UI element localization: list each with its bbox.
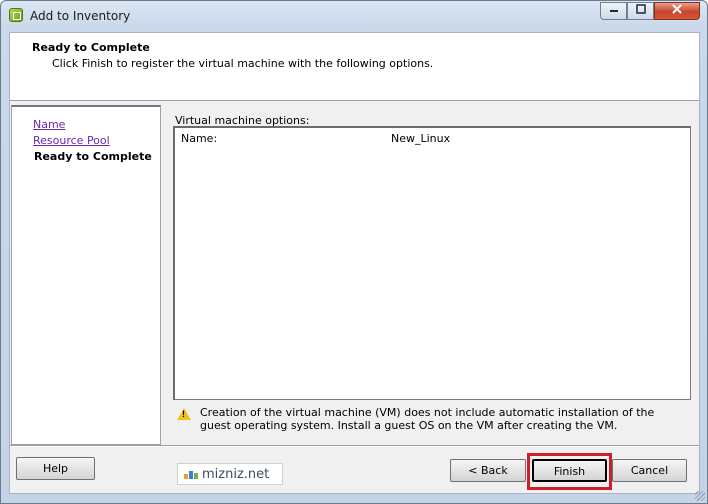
page-subtitle: Click Finish to register the virtual mac… xyxy=(52,57,434,70)
footer-divider xyxy=(10,445,699,447)
back-button[interactable]: < Back xyxy=(450,459,526,482)
option-name-value: New_Linux xyxy=(391,132,451,145)
add-to-inventory-window: Add to Inventory Ready to Complete Click… xyxy=(0,0,708,504)
maximize-icon xyxy=(635,4,646,14)
nav-item-name[interactable]: Name xyxy=(33,118,65,131)
close-icon xyxy=(672,4,682,14)
app-icon xyxy=(9,8,23,22)
minimize-button[interactable] xyxy=(600,2,627,20)
watermark-text: mizniz.net xyxy=(202,467,270,482)
finish-highlight xyxy=(527,453,612,490)
dialog-body: Ready to Complete Click Finish to regist… xyxy=(9,32,700,494)
page-title: Ready to Complete xyxy=(32,41,150,54)
nav-item-resource-pool[interactable]: Resource Pool xyxy=(33,134,110,147)
warning-text: Creation of the virtual machine (VM) doe… xyxy=(200,406,655,432)
maximize-button[interactable] xyxy=(627,2,654,20)
options-list[interactable]: Name: New_Linux xyxy=(173,126,691,400)
cancel-button[interactable]: Cancel xyxy=(612,459,687,482)
close-button[interactable] xyxy=(654,2,700,20)
resize-grip[interactable] xyxy=(695,491,705,501)
page-header: Ready to Complete Click Finish to regist… xyxy=(10,33,699,101)
help-button[interactable]: Help xyxy=(16,457,95,480)
option-name-key: Name: xyxy=(181,132,218,145)
warning-icon xyxy=(177,408,191,420)
wizard-steps: Name Resource Pool Ready to Complete xyxy=(11,105,161,445)
nav-item-ready-to-complete: Ready to Complete xyxy=(34,150,152,163)
minimize-icon xyxy=(609,10,618,12)
watermark-logo: mizniz.net xyxy=(177,463,283,485)
window-title: Add to Inventory xyxy=(30,9,131,23)
title-bar[interactable]: Add to Inventory xyxy=(1,1,707,31)
logo-icon xyxy=(184,471,198,479)
